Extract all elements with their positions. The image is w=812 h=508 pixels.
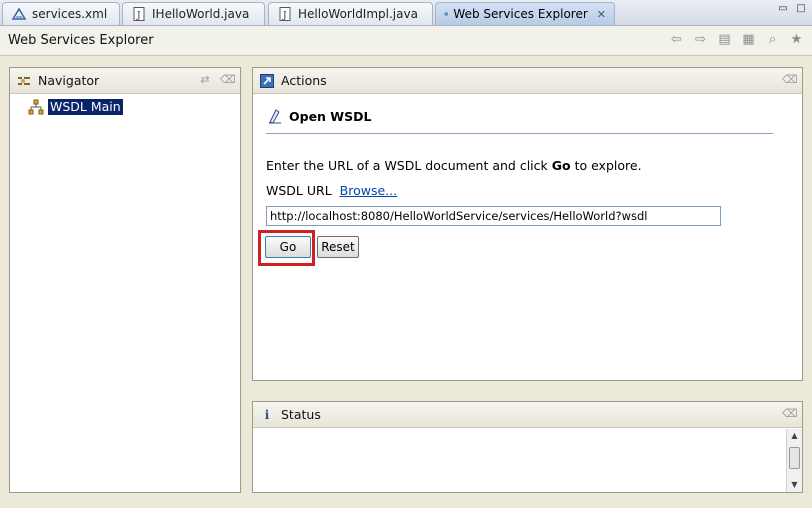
reset-button[interactable]: Reset bbox=[317, 236, 359, 258]
wsdl-url-label: WSDL URL bbox=[266, 183, 332, 198]
info-icon: i bbox=[264, 407, 270, 422]
status-header: i Status ⌫ bbox=[253, 402, 802, 428]
wsdl-page-icon[interactable]: ▦ bbox=[741, 32, 756, 48]
xml-file-icon bbox=[11, 7, 27, 20]
actions-header: Actions ⌫ bbox=[253, 68, 802, 94]
java-file-icon: J bbox=[133, 7, 145, 21]
open-wsdl-heading: Open WSDL bbox=[267, 108, 371, 124]
section-title: Open WSDL bbox=[289, 108, 372, 124]
tab-services-xml[interactable]: services.xml bbox=[2, 2, 120, 25]
navigator-title: Navigator bbox=[38, 73, 100, 88]
browse-link[interactable]: Browse... bbox=[340, 183, 397, 198]
maximize-icon[interactable]: □ bbox=[794, 3, 808, 15]
clear-icon[interactable]: ⌫ bbox=[782, 73, 798, 87]
favorites-icon[interactable]: ★ bbox=[789, 32, 804, 48]
instruction-text: Enter the URL of a WSDL document and cli… bbox=[266, 158, 642, 173]
wsdl-tree-icon bbox=[28, 99, 44, 115]
status-scrollbar[interactable]: ▲ ▼ bbox=[786, 429, 802, 492]
explorer-title-bar: Web Services Explorer ⇦ ⇨ ▤ ▦ ⌕ ★ bbox=[0, 26, 812, 56]
actions-icon bbox=[260, 73, 274, 88]
explorer-toolbar: ⇦ ⇨ ▤ ▦ ⌕ ★ bbox=[669, 32, 804, 48]
close-tab-icon[interactable]: ✕ bbox=[597, 8, 606, 21]
back-icon[interactable]: ⇦ bbox=[669, 32, 684, 48]
actions-title: Actions bbox=[281, 73, 327, 88]
tab-web-services-explorer[interactable]: Web Services Explorer ✕ bbox=[435, 2, 615, 25]
wsdl-url-row: WSDL URL Browse... bbox=[266, 183, 397, 198]
clear-icon[interactable]: ⌫ bbox=[220, 73, 236, 87]
minimize-icon[interactable]: ▭ bbox=[776, 3, 790, 15]
page-title: Web Services Explorer bbox=[8, 33, 154, 48]
scroll-thumb[interactable] bbox=[789, 447, 800, 469]
editor-tab-bar: services.xml J IHelloWorld.java J HelloW… bbox=[0, 0, 812, 26]
forward-icon[interactable]: ⇨ bbox=[693, 32, 708, 48]
tree-item-label: WSDL Main bbox=[48, 99, 123, 115]
scroll-down-icon[interactable]: ▼ bbox=[787, 478, 802, 492]
scroll-up-icon[interactable]: ▲ bbox=[787, 429, 802, 443]
navigator-icon bbox=[18, 76, 30, 85]
navigator-panel: Navigator ⇄ ⌫ WSDL Main bbox=[9, 67, 241, 493]
svg-text:J: J bbox=[282, 11, 287, 21]
status-title: Status bbox=[281, 407, 321, 422]
tab-helloworldimpl-java[interactable]: J HelloWorldImpl.java bbox=[268, 2, 433, 25]
section-divider bbox=[266, 133, 773, 134]
actions-panel: Actions ⌫ Open WSDL Enter the URL of a W… bbox=[252, 67, 803, 381]
navigator-header: Navigator ⇄ ⌫ bbox=[10, 68, 240, 94]
wsdl-url-input[interactable]: http://localhost:8080/HelloWorldService/… bbox=[266, 206, 721, 226]
tree-item-wsdl-main[interactable]: WSDL Main bbox=[28, 99, 123, 115]
go-button[interactable]: Go bbox=[265, 236, 311, 258]
window-controls: ▭ □ bbox=[776, 3, 808, 15]
java-file-icon: J bbox=[279, 7, 291, 21]
globe-icon bbox=[444, 12, 449, 16]
tab-ihelloworld-java[interactable]: J IHelloWorld.java bbox=[122, 2, 265, 25]
sync-icon[interactable]: ⇄ bbox=[198, 73, 212, 87]
open-wsdl-icon bbox=[269, 109, 281, 124]
svg-text:J: J bbox=[136, 11, 141, 21]
search-icon[interactable]: ⌕ bbox=[765, 32, 780, 48]
clear-icon[interactable]: ⌫ bbox=[782, 407, 798, 421]
history-icon[interactable]: ▤ bbox=[717, 32, 732, 48]
status-panel: i Status ⌫ ▲ ▼ bbox=[252, 401, 803, 493]
